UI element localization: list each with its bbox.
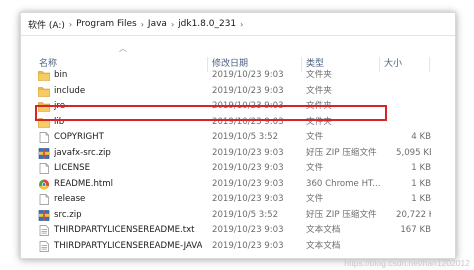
folder-icon	[37, 117, 51, 128]
file-size: 20,722 KB	[396, 209, 431, 220]
file-row-javafx-src-zip[interactable]: javafx-src.zip 2019/10/23 9:03 好压 ZIP 压缩文件…	[21, 146, 455, 162]
watermark: https://blog.csdn.net/han1202012	[344, 258, 470, 268]
file-date: 2019/10/23 9:03	[212, 101, 284, 111]
chevron-right-icon[interactable]: ›	[239, 20, 244, 29]
file-type: 文件夹	[306, 116, 332, 127]
file-date: 2019/10/23 9:03	[212, 116, 284, 127]
text-icon	[38, 225, 50, 236]
breadcrumb-drive[interactable]: 软件 (A:)	[25, 18, 68, 31]
file-date: 2019/10/23 9:03	[212, 147, 284, 158]
file-size: 167 KB	[400, 225, 431, 235]
file-type: 好压 ZIP 压缩文件	[306, 209, 377, 220]
file-row-thirdpartylicensereadme-javaf[interactable]: THIRDPARTYLICENSEREADME-JAVAF... 2019/10/…	[21, 239, 455, 255]
file-icon	[38, 163, 50, 174]
file-row-bin[interactable]: bin 2019/10/23 9:03 文件夹	[21, 68, 455, 84]
file-type: 文本文档	[306, 225, 341, 235]
file-date: 2019/10/23 9:03	[212, 225, 284, 235]
file-row-src-zip[interactable]: src.zip 2019/10/5 3:52 好压 ZIP 压缩文件 20,722 K…	[21, 208, 455, 224]
folder-icon	[37, 86, 51, 97]
file-type: 文本文档	[306, 240, 341, 251]
file-size: 1 KB	[411, 178, 431, 189]
file-name: jre	[54, 101, 66, 111]
breadcrumb-jdk[interactable]: jdk1.8.0_231	[175, 19, 239, 29]
file-row-copyright[interactable]: COPYRIGHT 2019/10/5 3:52 文件 4 KB	[21, 130, 455, 146]
file-size: 5,095 KB	[396, 147, 431, 158]
file-size: 1 KB	[411, 163, 431, 173]
file-name: LICENSE	[54, 163, 91, 173]
file-date: 2019/10/23 9:03	[212, 194, 284, 204]
file-type: 好压 ZIP 压缩文件	[306, 147, 377, 158]
address-bar[interactable]: 软件 (A:) › Program Files › Java › jdk1.8.…	[21, 13, 455, 36]
file-name: bin	[54, 70, 68, 80]
breadcrumb-java[interactable]: Java	[145, 19, 170, 29]
breadcrumb-program-files[interactable]: Program Files	[73, 19, 140, 29]
file-icon	[38, 194, 50, 205]
file-type: 文件夹	[306, 85, 332, 96]
file-type: 文件夹	[306, 101, 332, 111]
file-type: 文件	[306, 132, 324, 142]
file-row-license[interactable]: LICENSE 2019/10/23 9:03 文件 1 KB	[21, 161, 455, 177]
sort-ascending-icon: ︿	[119, 44, 127, 53]
file-date: 2019/10/23 9:03	[212, 85, 284, 96]
folder-icon	[37, 70, 51, 81]
file-date: 2019/10/5 3:52	[212, 209, 279, 220]
zip-icon	[38, 209, 50, 221]
file-size: 4 KB	[411, 132, 431, 142]
file-row-thirdpartylicensereadme-txt[interactable]: THIRDPARTYLICENSEREADME.txt 2019/10/23 9:…	[21, 223, 455, 239]
file-row-include[interactable]: include 2019/10/23 9:03 文件夹	[21, 84, 455, 100]
file-type: 文件夹	[306, 70, 332, 80]
file-row-readme-html[interactable]: README.html 2019/10/23 9:03 360 Chrome HT.…	[21, 177, 455, 193]
zip-icon	[38, 147, 50, 159]
file-size: 1 KB	[411, 194, 431, 204]
file-row-release[interactable]: release 2019/10/23 9:03 文件 1 KB	[21, 192, 455, 208]
file-row-lib[interactable]: lib 2019/10/23 9:03 文件夹	[21, 115, 455, 131]
file-name: README.html	[54, 178, 114, 189]
file-date: 2019/10/23 9:03	[212, 178, 284, 189]
file-name: THIRDPARTYLICENSEREADME.txt	[54, 225, 195, 235]
file-date: 2019/10/23 9:03	[212, 70, 284, 80]
file-date: 2019/10/5 3:52	[212, 132, 279, 142]
file-date: 2019/10/23 9:03	[212, 163, 284, 173]
text-icon	[38, 240, 50, 252]
file-type: 文件	[306, 194, 324, 204]
html-icon	[38, 178, 50, 190]
file-date: 2019/10/23 9:03	[212, 240, 284, 251]
file-explorer-window: 软件 (A:) › Program Files › Java › jdk1.8.…	[20, 12, 456, 259]
file-name: release	[54, 194, 86, 204]
file-name: lib	[54, 116, 65, 127]
file-type: 360 Chrome HT...	[306, 178, 381, 189]
file-name: src.zip	[54, 209, 82, 220]
file-name: THIRDPARTYLICENSEREADME-JAVAF...	[54, 240, 202, 251]
file-icon	[38, 132, 50, 143]
folder-icon	[37, 101, 51, 112]
file-type: 文件	[306, 163, 324, 173]
file-name: include	[54, 85, 86, 96]
file-name: javafx-src.zip	[54, 147, 111, 158]
file-name: COPYRIGHT	[54, 132, 104, 142]
file-row-jre[interactable]: jre 2019/10/23 9:03 文件夹	[21, 99, 455, 115]
